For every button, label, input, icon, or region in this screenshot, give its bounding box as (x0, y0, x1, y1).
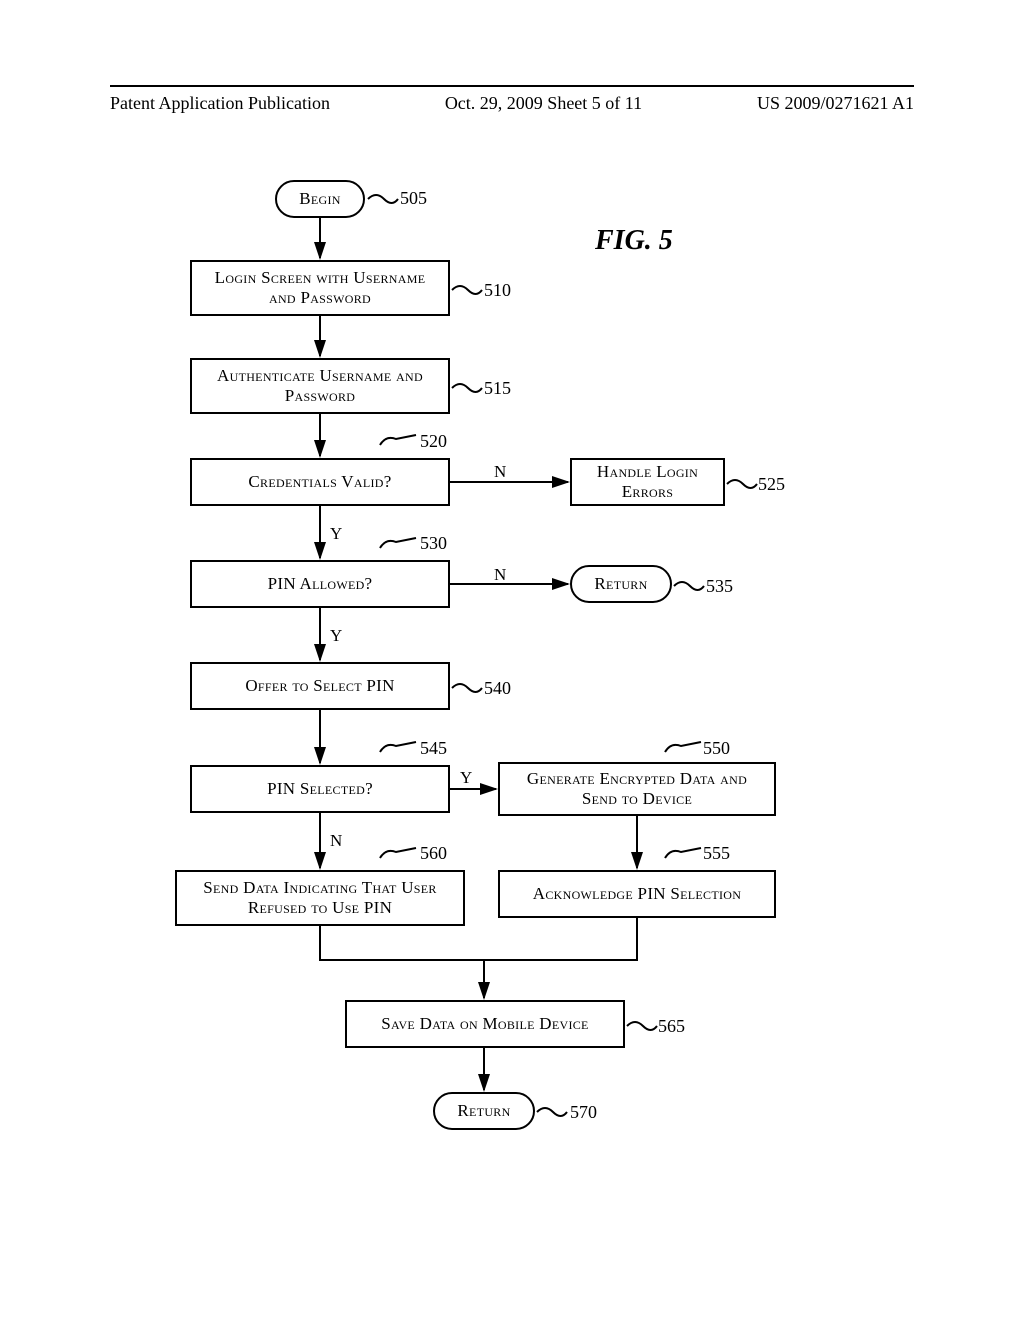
ref-505: 505 (400, 188, 427, 209)
header-center: Oct. 29, 2009 Sheet 5 of 11 (445, 93, 642, 114)
node-pin-allowed: PIN Allowed? (190, 560, 450, 608)
header-rule (110, 85, 914, 87)
ref-555: 555 (703, 843, 730, 864)
figure-title: FIG. 5 (595, 225, 673, 257)
node-send-refused: Send Data Indicating That User Refused t… (175, 870, 465, 926)
ref-510: 510 (484, 280, 511, 301)
ref-560: 560 (420, 843, 447, 864)
ref-515: 515 (484, 378, 511, 399)
ref-565: 565 (658, 1016, 685, 1037)
node-ack-pin: Acknowledge PIN Selection (498, 870, 776, 918)
ref-535: 535 (706, 576, 733, 597)
node-save-data: Save Data on Mobile Device (345, 1000, 625, 1048)
ref-570: 570 (570, 1102, 597, 1123)
node-return-1: Return (570, 565, 672, 603)
ref-550: 550 (703, 738, 730, 759)
node-login-screen: Login Screen with Username and Password (190, 260, 450, 316)
ref-530: 530 (420, 533, 447, 554)
label-n-credentials: N (494, 462, 506, 482)
node-pin-selected: PIN Selected? (190, 765, 450, 813)
page: Patent Application Publication Oct. 29, … (0, 0, 1024, 1320)
node-offer-pin: Offer to Select PIN (190, 662, 450, 710)
page-header: Patent Application Publication Oct. 29, … (0, 85, 1024, 114)
ref-520: 520 (420, 431, 447, 452)
ref-545: 545 (420, 738, 447, 759)
node-begin: Begin (275, 180, 365, 218)
ref-540: 540 (484, 678, 511, 699)
label-n-pinselected: N (330, 831, 342, 851)
label-y-pinselected: Y (460, 768, 472, 788)
node-handle-errors: Handle Login Errors (570, 458, 725, 506)
node-credentials-valid: Credentials Valid? (190, 458, 450, 506)
label-y-credentials: Y (330, 524, 342, 544)
label-y-pinallowed: Y (330, 626, 342, 646)
label-n-pinallowed: N (494, 565, 506, 585)
node-return-2: Return (433, 1092, 535, 1130)
node-authenticate: Authenticate Username and Password (190, 358, 450, 414)
node-generate-encrypted: Generate Encrypted Data and Send to Devi… (498, 762, 776, 816)
header-left: Patent Application Publication (110, 93, 330, 114)
ref-525: 525 (758, 474, 785, 495)
header-row: Patent Application Publication Oct. 29, … (110, 93, 914, 114)
header-right: US 2009/0271621 A1 (757, 93, 914, 114)
